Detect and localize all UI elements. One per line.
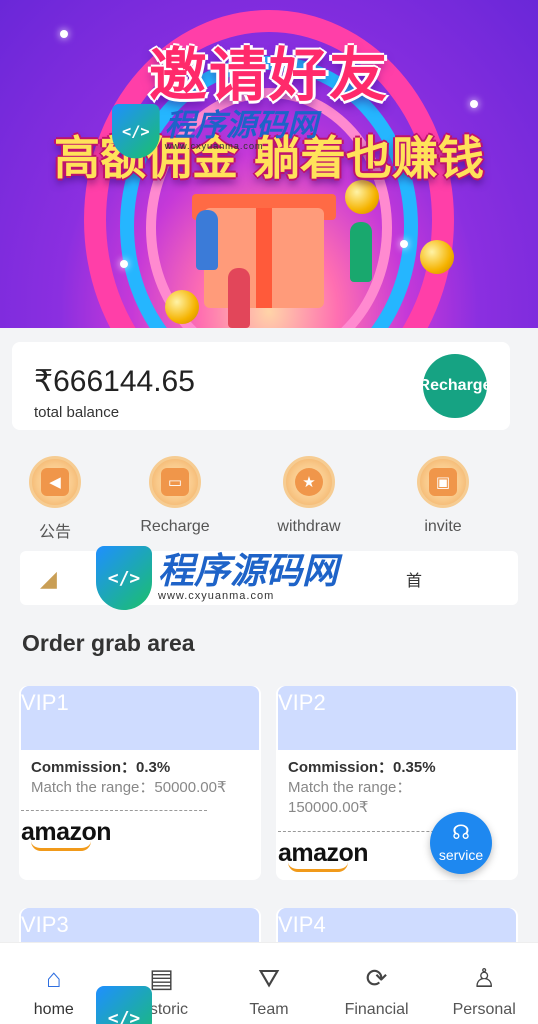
vip-level: VIP4 (278, 912, 326, 937)
brand-logo-text: amazon (21, 818, 112, 846)
tab-label: Team (249, 1001, 289, 1018)
quick-action-announcement[interactable]: ◀ 公告 (0, 456, 110, 542)
tab-label: home (33, 1001, 74, 1018)
vip-range: 150000.00₹ (288, 799, 369, 816)
quick-actions: ◀ 公告 ▭ Recharge ★ withdraw ▣ invite (0, 456, 538, 544)
vip-commission: Commission：0.3% (31, 759, 171, 776)
banner-subtitle: 高额佣金 躺着也赚钱 (53, 131, 484, 185)
promo-banner[interactable]: 邀请好友 高额佣金 躺着也赚钱 (0, 0, 538, 328)
amazon-logo: amazon (21, 818, 112, 851)
brand-logo-text: amazon (278, 839, 369, 867)
balance-card: ₹666144.65 total balance Recharge (12, 342, 510, 430)
quick-action-label: withdraw (277, 518, 341, 535)
tab-financial[interactable]: ⟳ Financial (323, 943, 431, 1024)
tab-label: Financial (344, 1001, 409, 1018)
coin-illustration (420, 240, 454, 274)
person-illustration (228, 268, 250, 328)
announcement-icon: ◀ (29, 456, 81, 508)
banner-sparkle (120, 260, 128, 268)
vip-level: VIP2 (278, 690, 326, 715)
section-title: Order grab area (22, 630, 195, 656)
bottom-tab-bar: ⌂ home ▤ Historic ⛛ Team ⟳ Financial ♙ P… (0, 942, 538, 1024)
quick-action-label: 公告 (38, 524, 71, 541)
person-icon: ♙ (472, 963, 496, 993)
home-icon: ⌂ (45, 963, 62, 993)
vip-range: Match the range：50000.00₹ (31, 779, 227, 796)
tab-historic[interactable]: ▤ Historic (108, 943, 216, 1024)
vip-level: VIP1 (21, 690, 69, 715)
quick-action-invite[interactable]: ▣ invite (388, 456, 498, 536)
banner-title: 邀请好友 (148, 41, 389, 109)
gift-box-illustration (204, 208, 324, 308)
wallet-icon: ▭ (149, 456, 201, 508)
quick-action-withdraw[interactable]: ★ withdraw (254, 456, 364, 536)
tab-label: Historic (134, 1001, 189, 1018)
team-icon: ⛛ (258, 963, 280, 993)
quick-action-label: Recharge (140, 518, 210, 535)
medal-icon: ★ (283, 456, 335, 508)
speaker-icon: ◢ (40, 566, 57, 591)
tab-home[interactable]: ⌂ home (0, 943, 108, 1024)
coin-illustration (165, 290, 199, 324)
amazon-logo: amazon (278, 839, 369, 872)
tab-personal[interactable]: ♙ Personal (430, 943, 538, 1024)
recharge-button[interactable]: Recharge (423, 354, 487, 418)
notice-text: 首 (406, 573, 423, 590)
quick-action-recharge[interactable]: ▭ Recharge (120, 456, 230, 536)
vip-card[interactable]: VIP1 Commission：0.3% Match the range：500… (19, 686, 261, 880)
balance-amount: ₹666144.65 (34, 365, 195, 398)
person-illustration (196, 210, 218, 270)
customer-service-button[interactable]: ☊ service (430, 812, 492, 874)
coin-cycle-icon: ⟳ (365, 963, 388, 993)
banner-sparkle (400, 240, 408, 248)
quick-action-label: invite (424, 518, 462, 535)
balance-label: total balance (34, 404, 120, 421)
notice-bar[interactable]: ◢ 首 (20, 551, 518, 605)
tab-team[interactable]: ⛛ Team (215, 943, 323, 1024)
gift-box-icon: ▣ (417, 456, 469, 508)
vip-level: VIP3 (21, 912, 69, 937)
headset-icon: ☊ (452, 822, 470, 844)
divider (21, 810, 207, 811)
tab-label: Personal (452, 1001, 516, 1018)
person-illustration (350, 222, 372, 282)
vip-commission: Commission：0.35% (288, 759, 436, 776)
vip-range: Match the range： (288, 779, 412, 796)
clipboard-icon: ▤ (149, 963, 174, 993)
service-label: service (438, 847, 484, 863)
